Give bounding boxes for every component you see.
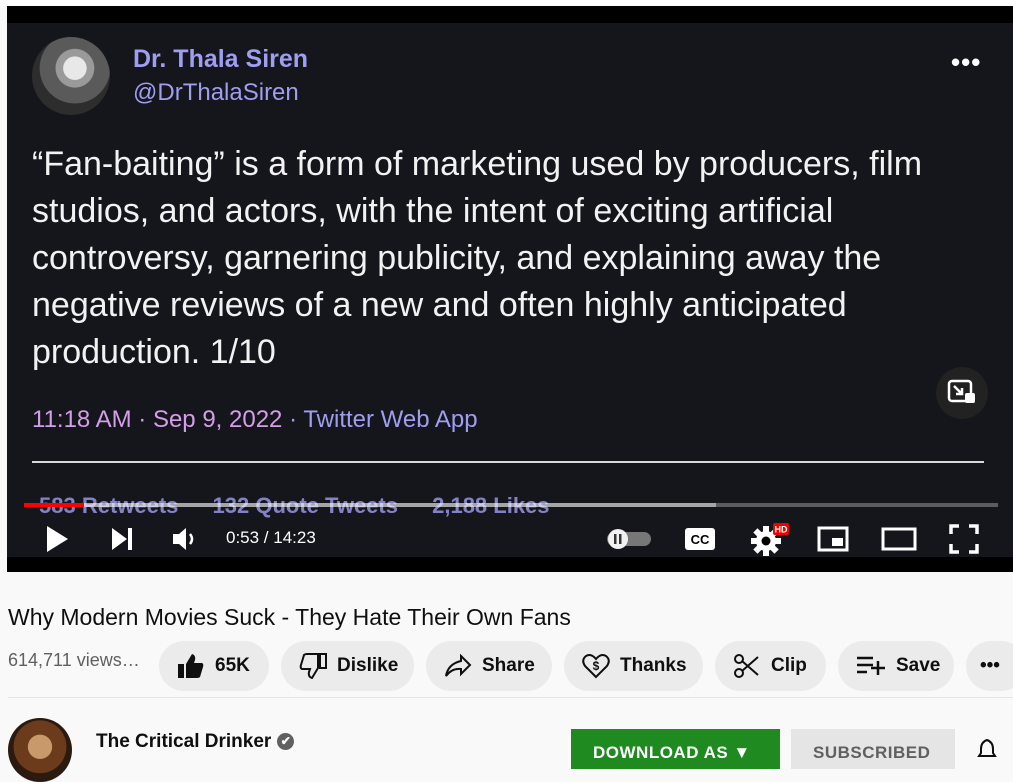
share-button[interactable]: Share <box>426 641 552 691</box>
miniplayer-button[interactable] <box>813 517 853 561</box>
hd-badge: HD <box>775 525 788 535</box>
autoplay-toggle[interactable] <box>604 517 654 561</box>
like-button[interactable]: 65K <box>159 641 269 691</box>
thumbs-down-icon <box>299 653 327 679</box>
clip-label: Clip <box>771 655 807 676</box>
fullscreen-button[interactable] <box>944 517 984 561</box>
subscribed-button[interactable]: SUBSCRIBED <box>791 729 955 769</box>
time-display: 0:53 / 14:23 <box>226 528 316 547</box>
play-icon <box>47 526 68 552</box>
video-player[interactable]: Dr. Thala Siren @DrThalaSiren ••• “Fan-b… <box>7 6 1013 572</box>
dislike-label: Dislike <box>337 655 399 676</box>
tweet-time: 11:18 AM <box>32 406 132 433</box>
view-count[interactable]: 614,711 views… <box>8 650 140 671</box>
tweet-body: “Fan-baiting” is a form of marketing use… <box>32 145 923 371</box>
captions-button[interactable]: CC <box>680 517 720 561</box>
svg-text:$: $ <box>593 659 600 673</box>
more-actions-button[interactable]: ••• <box>966 641 1013 691</box>
bell-icon[interactable] <box>977 739 997 759</box>
thanks-button[interactable]: $ Thanks <box>564 641 703 691</box>
thumbs-up-icon <box>178 654 204 678</box>
captions-icon: CC <box>685 528 715 550</box>
tweet-card: Dr. Thala Siren @DrThalaSiren ••• “Fan-b… <box>7 23 1013 557</box>
volume-button[interactable] <box>165 517 205 561</box>
settings-icon: HD <box>751 523 789 556</box>
progress-bar[interactable] <box>24 503 998 507</box>
next-button[interactable] <box>102 517 142 561</box>
player-controls: CC HD <box>7 517 1013 561</box>
channel-avatar[interactable] <box>8 718 72 782</box>
tweet-separator: · <box>131 406 153 433</box>
fullscreen-icon <box>949 524 979 554</box>
more-actions-icon: ••• <box>980 655 1000 676</box>
thanks-heart-icon: $ <box>582 654 610 679</box>
exit-pip-icon <box>947 379 975 403</box>
section-divider <box>8 697 1013 698</box>
miniplayer-icon <box>817 526 849 552</box>
thanks-label: Thanks <box>620 655 687 676</box>
author-avatar <box>32 37 110 115</box>
scissors-icon <box>734 654 759 678</box>
next-icon <box>112 528 132 550</box>
tweet-separator: · <box>282 406 304 433</box>
progress-loaded <box>24 503 716 507</box>
tweet-date: Sep 9, 2022 <box>152 406 283 433</box>
tweet-more-icon: ••• <box>951 47 982 77</box>
author-name: Dr. Thala Siren <box>133 45 309 73</box>
channel-name[interactable]: The Critical Drinker ✔ <box>96 731 295 753</box>
save-playlist-icon <box>857 656 885 675</box>
theater-button[interactable] <box>877 517 921 561</box>
tweet-meta: 11:18 AM · Sep 9, 2022 · Twitter Web App <box>32 406 478 434</box>
channel-name-text: The Critical Drinker <box>96 731 272 752</box>
exit-pip-button[interactable] <box>936 367 988 419</box>
play-button[interactable] <box>37 517 77 561</box>
cc-label: CC <box>691 532 710 547</box>
save-label: Save <box>896 655 941 676</box>
settings-button[interactable]: HD <box>747 517 791 561</box>
theater-icon <box>881 527 917 551</box>
video-title: Why Modern Movies Suck - They Hate Their… <box>8 604 571 630</box>
share-icon <box>445 654 472 677</box>
dislike-button[interactable]: Dislike <box>281 641 414 691</box>
share-label: Share <box>482 655 535 676</box>
autoplay-toggle-icon <box>607 529 651 549</box>
tweet-source: Twitter Web App <box>303 406 478 433</box>
author-handle: @DrThalaSiren <box>133 79 299 106</box>
progress-played <box>24 503 84 507</box>
verified-icon: ✔ <box>277 733 295 750</box>
volume-icon <box>173 528 194 550</box>
tweet-divider <box>32 461 984 463</box>
like-count: 65K <box>215 655 250 676</box>
clip-button[interactable]: Clip <box>715 641 826 691</box>
save-button[interactable]: Save <box>838 641 954 691</box>
download-as-button[interactable]: DOWNLOAD AS ▼ <box>571 729 780 769</box>
